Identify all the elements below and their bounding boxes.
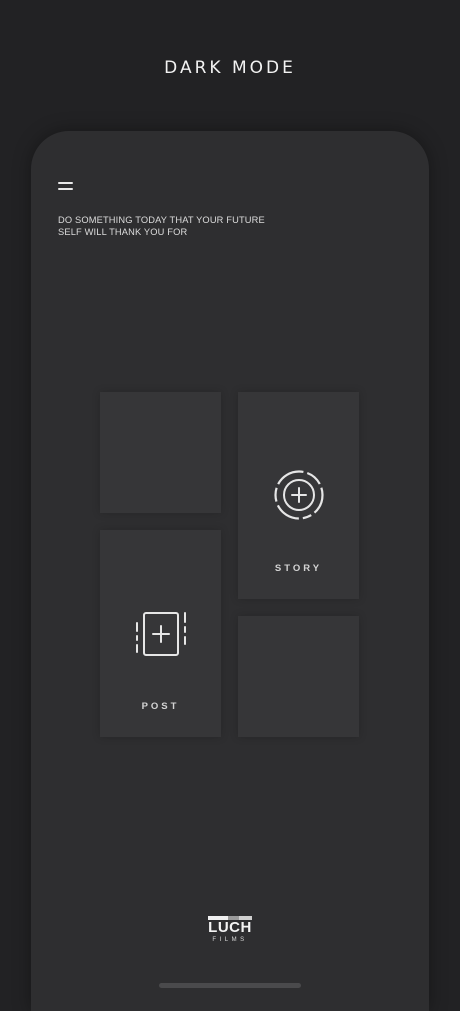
page-title: DARK MODE [164,58,296,78]
logo-wordmark: LUCH [208,919,252,936]
menu-line-bottom [58,188,73,190]
post-button[interactable]: POST [100,530,221,737]
hamburger-menu-icon[interactable] [58,180,74,192]
post-label: POST [141,701,180,712]
logo-subtitle: FILMS [212,937,248,943]
empty-tile-bottom-right [238,616,359,737]
phone-screen: DO SOMETHING TODAY THAT YOUR FUTURE SELF… [31,131,429,1011]
story-button[interactable]: STORY [238,392,359,599]
motivational-quote: DO SOMETHING TODAY THAT YOUR FUTURE SELF… [58,215,265,237]
empty-tile-top-left [100,392,221,513]
story-label: STORY [274,563,323,574]
menu-line-top [58,182,73,184]
post-add-icon [136,612,186,656]
home-indicator[interactable] [159,983,301,988]
luch-films-logo: LUCH FILMS [208,916,252,948]
story-add-icon [274,470,324,520]
